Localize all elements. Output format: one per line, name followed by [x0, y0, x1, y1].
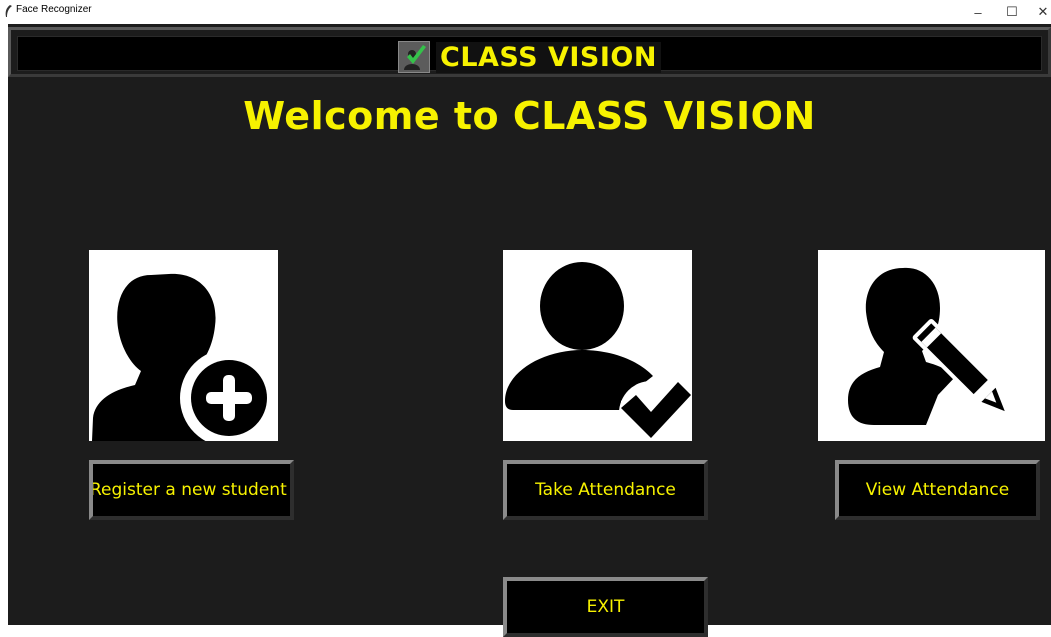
register-student-button[interactable]: Register a new student — [89, 460, 294, 520]
app-window: CLASS VISION Welcome to CLASS VISION Reg… — [8, 24, 1051, 637]
user-edit-icon — [848, 267, 1010, 425]
view-attendance-label: View Attendance — [865, 480, 1010, 500]
view-attendance-image — [818, 250, 1045, 441]
window-title: Face Recognizer — [16, 4, 92, 15]
take-attendance-image — [503, 250, 692, 441]
take-attendance-button[interactable]: Take Attendance — [503, 460, 708, 520]
exit-label: EXIT — [586, 597, 625, 617]
header: CLASS VISION — [398, 38, 661, 76]
view-attendance-button[interactable]: View Attendance — [835, 460, 1040, 520]
exit-button[interactable]: EXIT — [503, 577, 708, 637]
user-check-icon — [505, 262, 691, 441]
maximize-button[interactable]: ☐ — [992, 0, 1032, 24]
close-button[interactable]: ✕ — [1028, 0, 1051, 24]
welcome-heading: Welcome to CLASS VISION — [243, 94, 816, 138]
register-image — [89, 250, 278, 441]
feather-icon — [5, 5, 12, 17]
register-student-label: Register a new student — [90, 480, 287, 500]
take-attendance-label: Take Attendance — [535, 480, 676, 500]
window-titlebar: Face Recognizer – ☐ ✕ — [0, 0, 1051, 24]
user-add-icon — [92, 273, 278, 441]
attendance-check-icon — [398, 41, 430, 73]
header-title: CLASS VISION — [436, 41, 661, 73]
